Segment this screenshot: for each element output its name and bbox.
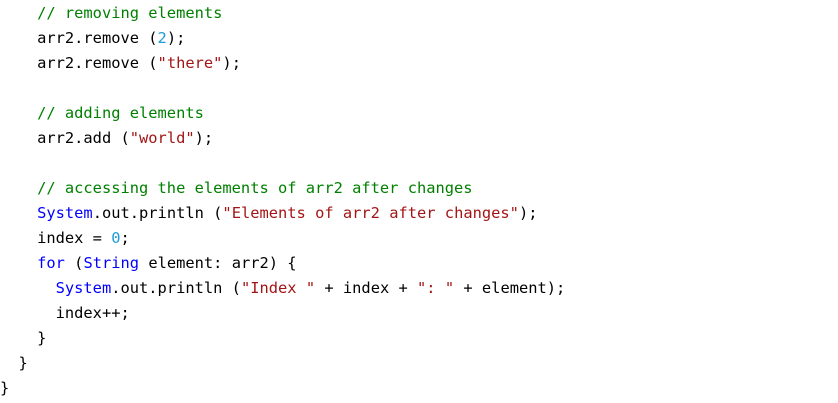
code-token-default: } — [18, 354, 28, 372]
code-line: arr2.add ("world"); — [0, 126, 213, 151]
code-token-default: index++; — [55, 304, 130, 322]
code-token-keyword: for — [37, 254, 65, 272]
code-token-default: ); — [194, 129, 214, 147]
code-token-number: 0 — [111, 229, 121, 247]
code-view: // removing elements arr2.remove (2); ar… — [0, 0, 838, 403]
code-token-default: ); — [222, 54, 241, 72]
code-token-class: String — [83, 254, 140, 272]
code-line: } — [0, 376, 9, 401]
code-token-default: ( — [64, 254, 84, 272]
code-token-default: } — [0, 379, 10, 397]
code-line: arr2.remove (2); — [0, 26, 185, 51]
code-token-string: ": " — [417, 279, 455, 297]
code-line: index = 0; — [0, 226, 130, 251]
code-line: // adding elements — [0, 101, 204, 126]
code-line: for (String element: arr2) { — [0, 251, 297, 276]
code-token-class: System — [55, 279, 112, 297]
code-token-default: arr2.add ( — [37, 129, 130, 147]
code-token-default: arr2.remove ( — [37, 29, 158, 47]
code-token-comment: // removing elements — [37, 4, 223, 22]
code-line: index++; — [0, 301, 130, 326]
code-line: } — [0, 326, 46, 351]
code-line: System.out.println ("Index " + index + "… — [0, 276, 566, 301]
code-token-comment: // adding elements — [37, 104, 204, 122]
code-token-string: "world" — [129, 129, 195, 147]
code-token-default: ); — [166, 29, 186, 47]
code-token-comment: // accessing the elements of arr2 after … — [37, 179, 473, 197]
code-token-default: index = — [37, 229, 112, 247]
code-token-string: "Index " — [240, 279, 316, 297]
code-token-default: + element); — [454, 279, 566, 297]
code-token-default: .out.println ( — [111, 279, 241, 297]
code-line: System.out.println ("Elements of arr2 af… — [0, 201, 537, 226]
code-token-string: "Elements of arr2 after changes" — [222, 204, 519, 222]
code-token-class: System — [37, 204, 93, 222]
code-line: arr2.remove ("there"); — [0, 51, 241, 76]
code-token-default: } — [37, 329, 47, 347]
code-token-default: arr2.remove ( — [37, 54, 158, 72]
code-token-default: ; — [120, 229, 130, 247]
code-token-number: 2 — [157, 29, 167, 47]
code-token-string: "there" — [157, 54, 223, 72]
code-line: // accessing the elements of arr2 after … — [0, 176, 473, 201]
code-token-default: + index + — [315, 279, 418, 297]
code-line: // removing elements — [0, 1, 222, 26]
code-token-default: element: arr2) { — [139, 254, 297, 272]
code-token-default: .out.println ( — [92, 204, 223, 222]
code-token-default: ); — [518, 204, 538, 222]
code-line: } — [0, 351, 28, 376]
